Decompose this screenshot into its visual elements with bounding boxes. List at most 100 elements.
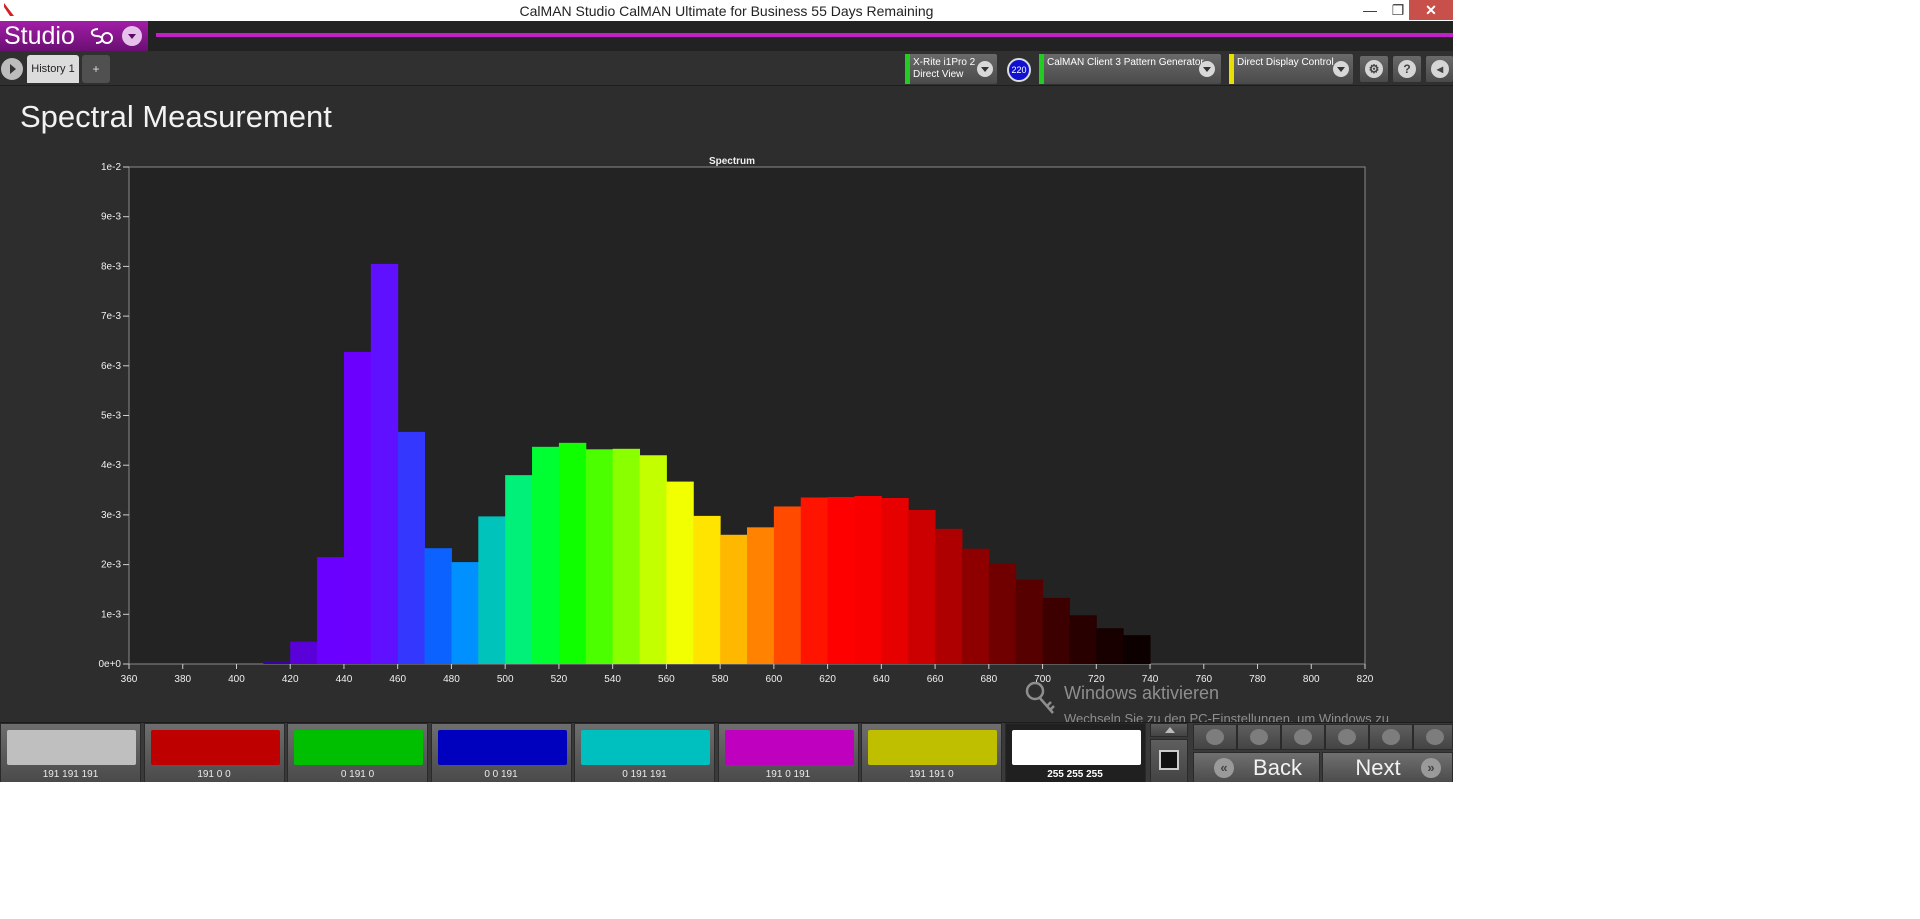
stop-icon: [1159, 750, 1179, 770]
pattern-label: 0 0 191: [484, 769, 518, 780]
x-tick-label: 360: [121, 674, 138, 685]
y-tick-label: 3e-3: [101, 510, 121, 521]
pattern-color-chip: [437, 730, 567, 765]
pattern-color-chip: [1011, 730, 1141, 765]
spectrum-bar: [370, 263, 399, 664]
pattern-label: 0 191 0: [340, 769, 375, 780]
display-status-stripe: [1229, 54, 1234, 84]
settings-button[interactable]: ⚙: [1360, 56, 1388, 82]
collapse-button[interactable]: ◂: [1426, 56, 1453, 82]
chevron-left-icon: ◂: [1431, 60, 1449, 78]
studio-menu-button[interactable]: Studio: [0, 21, 148, 51]
pattern-color-chip: [724, 730, 854, 765]
title-bar: CalMAN Studio CalMAN Ultimate for Busine…: [0, 0, 1453, 21]
pattern-swatch[interactable]: 0 191 0: [287, 723, 428, 782]
y-tick-label: 1e-3: [101, 609, 121, 620]
refresh-button[interactable]: [1369, 724, 1413, 750]
back-button[interactable]: « Back: [1193, 752, 1320, 782]
x-tick-label: 660: [927, 674, 944, 685]
chevron-down-icon[interactable]: [122, 26, 142, 46]
stop-button[interactable]: [1150, 739, 1188, 782]
x-tick-label: 500: [497, 674, 514, 685]
pattern-color-chip: [7, 730, 136, 765]
x-tick-label: 540: [604, 674, 621, 685]
spectrum-bar: [585, 449, 614, 664]
play-icon[interactable]: [1, 58, 23, 80]
x-tick-label: 380: [174, 674, 191, 685]
badge-220[interactable]: 220: [1007, 58, 1031, 82]
x-tick-label: 520: [551, 674, 568, 685]
pattern-label: 0 191 191: [622, 769, 667, 780]
x-tick-label: 480: [443, 674, 460, 685]
pattern-swatch[interactable]: 191 191 191: [0, 723, 141, 782]
spectrum-bar: [935, 528, 963, 664]
studio-logo-text: Studio: [4, 22, 75, 50]
pattern-swatch[interactable]: 191 0 0: [143, 723, 285, 782]
pattern-color-chip: [150, 730, 280, 765]
meter-selector[interactable]: X-Rite i1Pro 2 Direct View: [905, 54, 997, 84]
key-icon: [1025, 681, 1055, 714]
play-measure-button[interactable]: [1237, 724, 1281, 750]
pattern-swatch[interactable]: 255 255 255: [1004, 723, 1146, 782]
tab-history[interactable]: History 1: [27, 55, 79, 83]
y-tick-label: 8e-3: [101, 261, 121, 272]
x-axis: 360 380 400 420 440 460 480 500 520 540 560 580 600 6…: [121, 664, 1374, 685]
y-tick-label: 0e+0: [98, 659, 121, 670]
spectrum-bar: [424, 548, 452, 664]
window-title: CalMAN Studio CalMAN Ultimate for Busine…: [519, 3, 934, 19]
next-button[interactable]: Next »: [1322, 752, 1453, 782]
close-button[interactable]: ✕: [1409, 0, 1453, 20]
pattern-swatch[interactable]: 0 191 191: [574, 723, 715, 782]
x-tick-label: 440: [336, 674, 353, 685]
maximize-button[interactable]: ❐: [1384, 0, 1412, 20]
pattern-label: 191 0 0: [197, 769, 231, 780]
progress-line: [156, 33, 1453, 37]
source-selector[interactable]: CalMAN Client 3 Pattern Generator: [1039, 54, 1221, 84]
pattern-swatch[interactable]: 0 0 191: [430, 723, 572, 782]
spectrum-bar: [747, 527, 775, 664]
spectrum-bar: [1042, 597, 1070, 664]
save-button[interactable]: [1281, 724, 1325, 750]
spectrum-bar: [988, 563, 1017, 664]
gear-icon: ⚙: [1365, 60, 1383, 78]
chevron-down-icon[interactable]: [1333, 61, 1349, 77]
stop-measure-button[interactable]: [1193, 724, 1237, 750]
spectrum-bar: [693, 515, 721, 664]
minimize-button[interactable]: —: [1356, 0, 1384, 20]
spectrum-bar: [1096, 628, 1124, 664]
confirm-button[interactable]: [1413, 724, 1453, 750]
help-icon: ?: [1398, 60, 1416, 78]
x-tick-label: 780: [1249, 674, 1266, 685]
source-name: CalMAN Client 3 Pattern Generator: [1047, 57, 1204, 68]
display-selector[interactable]: Direct Display Control: [1229, 54, 1353, 84]
spectrum-bar: [773, 506, 802, 664]
pattern-label: 255 255 255: [1047, 769, 1103, 780]
spectrum-bar: [827, 497, 855, 664]
spectrum-bar: [961, 548, 990, 664]
x-tick-label: 820: [1357, 674, 1374, 685]
chevron-up-icon: [1165, 727, 1175, 733]
continuous-button[interactable]: [1325, 724, 1369, 750]
spectrum-bar: [639, 455, 667, 664]
source-status-stripe: [1039, 54, 1044, 84]
bottom-bar: 191 191 191 191 0 0 0 191 0 0 0 191 0 191 19…: [0, 722, 1453, 782]
pattern-label: 191 0 191: [765, 769, 811, 780]
spectrum-bar: [343, 351, 372, 664]
y-tick-label: 2e-3: [101, 560, 121, 571]
studio-swirl-icon: [90, 28, 113, 44]
pattern-swatch[interactable]: 191 191 0: [861, 723, 1002, 782]
x-tick-label: 420: [282, 674, 299, 685]
x-tick-label: 460: [389, 674, 406, 685]
spectrum-bar: [1123, 635, 1151, 664]
y-axis: 0e+0 1e-3 2e-3 3e-3 4e-3 5e-3 6e-3 7e-3 8e-3 9e-3…: [98, 162, 129, 670]
scroll-up-button[interactable]: [1150, 723, 1188, 737]
chevron-down-icon[interactable]: [977, 61, 993, 77]
activation-watermark-title: Windows aktivieren: [1064, 683, 1220, 703]
add-tab-button[interactable]: +: [82, 55, 110, 83]
spectrum-bar: [1069, 615, 1097, 664]
pattern-swatch[interactable]: 191 0 191: [717, 723, 859, 782]
help-button[interactable]: ?: [1393, 56, 1421, 82]
chevron-down-icon[interactable]: [1199, 61, 1215, 77]
chart-title: Spectrum: [709, 156, 755, 167]
spectrum-bar: [263, 661, 291, 664]
